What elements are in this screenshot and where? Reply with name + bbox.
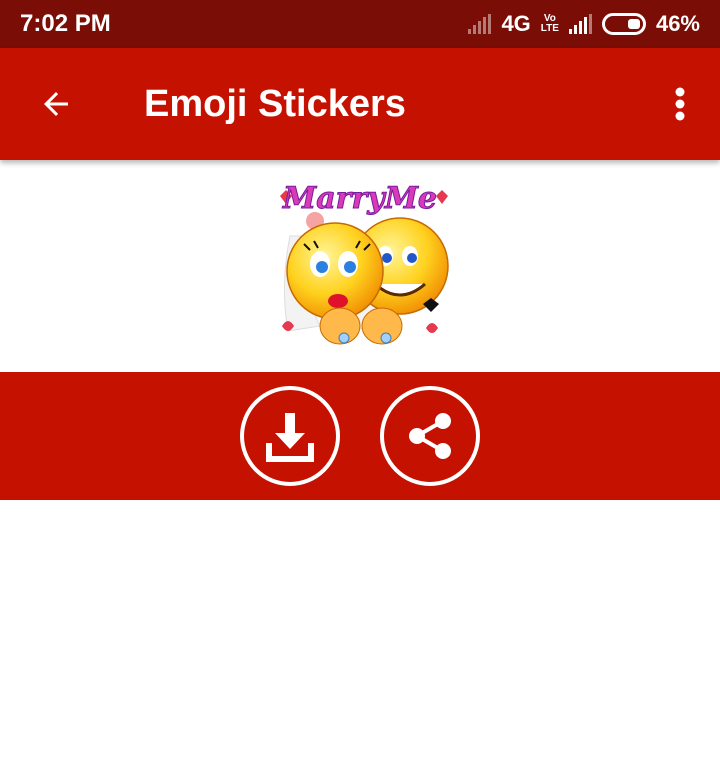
network-type: 4G xyxy=(501,11,531,36)
more-vert-icon xyxy=(675,87,685,121)
signal-icon-sim2 xyxy=(568,14,592,34)
sticker-banner-text: MarryMe xyxy=(282,181,437,216)
status-bar: 7:02 PM 4G Vo LTE 46% xyxy=(0,0,720,48)
status-time: 7:02 PM xyxy=(20,10,111,37)
app-bar: Emoji Stickers xyxy=(0,48,720,160)
share-icon xyxy=(409,413,451,459)
action-bar xyxy=(0,372,720,500)
volte-bottom-label: LTE xyxy=(540,23,559,34)
download-button[interactable] xyxy=(240,386,340,486)
sticker-preview: MarryMe xyxy=(0,160,720,372)
battery-percent: 46% xyxy=(655,11,700,36)
status-icons: 4G Vo LTE 46% xyxy=(468,11,700,37)
share-button[interactable] xyxy=(380,386,480,486)
page-title: Emoji Stickers xyxy=(144,82,406,125)
sticker-image: MarryMe xyxy=(280,181,449,345)
signal-icon-sim1 xyxy=(468,14,492,34)
volte-icon: Vo LTE xyxy=(541,14,559,34)
download-icon xyxy=(266,413,314,462)
arrow-back-icon xyxy=(44,92,68,116)
overflow-menu-button[interactable] xyxy=(640,48,720,160)
battery-icon xyxy=(601,13,646,35)
back-button[interactable] xyxy=(0,48,112,160)
